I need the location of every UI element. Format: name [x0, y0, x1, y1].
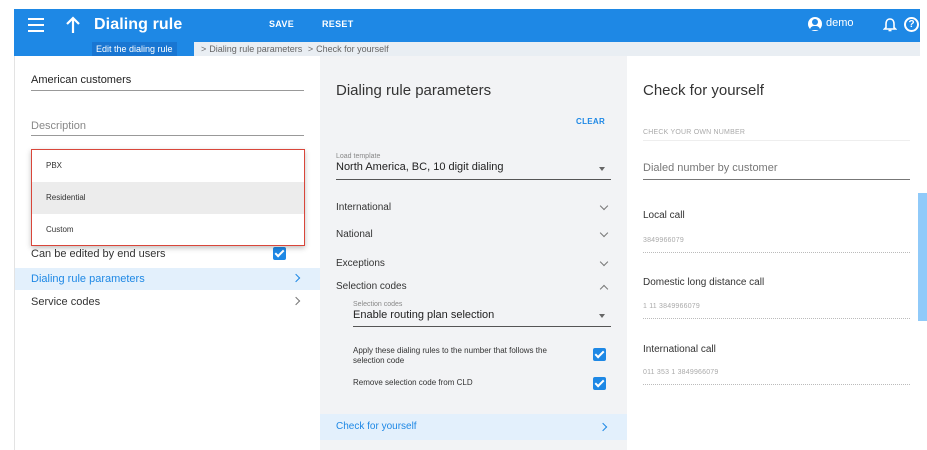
- bell-icon[interactable]: [883, 17, 897, 33]
- domestic-call-label: Domestic long distance call: [643, 277, 765, 288]
- left-panel: American customers Description PBX Resid…: [14, 56, 321, 450]
- breadcrumb-item-current[interactable]: Edit the dialing rule: [92, 42, 177, 56]
- side-panel-handle[interactable]: [918, 193, 927, 321]
- panel-title: Dialing rule parameters: [336, 82, 492, 99]
- editable-checkbox[interactable]: [273, 247, 286, 260]
- help-icon[interactable]: ?: [904, 17, 919, 32]
- name-value: American customers: [31, 74, 132, 86]
- check-for-yourself-label: Check for yourself: [336, 421, 417, 432]
- chevron-right-icon: [291, 273, 301, 283]
- dropdown-option-pbx[interactable]: PBX: [32, 150, 304, 182]
- sidebar-item-label: Dialing rule parameters: [31, 273, 145, 285]
- dropdown-caret-icon: [599, 167, 605, 171]
- access-dropdown-menu: PBX Residential Custom: [31, 149, 305, 246]
- domestic-call-value: 1 11 3849966079: [643, 303, 910, 319]
- selection-codes-value: Enable routing plan selection: [353, 309, 495, 321]
- sidebar-item-dialing-rule-parameters[interactable]: Dialing rule parameters: [15, 268, 321, 290]
- description-field[interactable]: Description: [31, 120, 304, 136]
- breadcrumb-item-params[interactable]: Dialing rule parameters: [209, 44, 302, 54]
- apply-rules-checkbox[interactable]: [593, 348, 606, 361]
- chevron-down-icon: [599, 257, 609, 267]
- breadcrumb-separator: >: [201, 44, 207, 54]
- sidebar-item-label: Service codes: [31, 296, 101, 308]
- remove-code-checkbox[interactable]: [593, 377, 606, 390]
- account-icon: [808, 17, 822, 31]
- check-own-number-field[interactable]: CHECK YOUR OWN NUMBER: [643, 121, 910, 141]
- editable-by-end-users-row: Can be edited by end users: [15, 243, 321, 265]
- panel-title: Check for yourself: [643, 82, 764, 99]
- user-name: demo: [826, 17, 854, 29]
- dropdown-caret-icon: [599, 314, 605, 318]
- save-button[interactable]: SAVE: [269, 19, 294, 29]
- section-label: Exceptions: [336, 258, 385, 269]
- breadcrumb: Edit the dialing rule > Dialing rule para…: [14, 42, 920, 56]
- section-national[interactable]: National: [336, 225, 611, 245]
- apply-rules-label: Apply these dialing rules to the number …: [353, 346, 547, 365]
- section-international[interactable]: International: [336, 198, 611, 218]
- breadcrumb-trail: > Dialing rule parameters > Check for your…: [194, 42, 920, 56]
- dialing-rule-parameters-panel: Dialing rule parameters CLEAR Load templ…: [320, 56, 627, 450]
- page-title: Dialing rule: [94, 16, 183, 33]
- dropdown-option-residential[interactable]: Residential: [32, 182, 304, 214]
- editable-label: Can be edited by end users: [31, 248, 166, 260]
- panel-footer: [320, 440, 627, 450]
- remove-code-label: Remove selection code from CLD: [353, 378, 473, 387]
- chevron-up-icon: [599, 284, 609, 294]
- section-label: National: [336, 229, 373, 240]
- load-template-select[interactable]: Load template North America, BC, 10 digi…: [336, 153, 611, 180]
- section-label: International: [336, 202, 392, 213]
- reset-button[interactable]: RESET: [322, 19, 354, 29]
- dropdown-option-custom[interactable]: Custom: [32, 214, 304, 246]
- breadcrumb-item-check[interactable]: Check for yourself: [316, 44, 389, 54]
- chevron-down-icon: [599, 201, 609, 211]
- sidebar-item-service-codes[interactable]: Service codes: [15, 291, 321, 313]
- breadcrumb-separator: >: [307, 44, 314, 54]
- arrow-up-icon[interactable]: [64, 15, 82, 35]
- chevron-right-icon: [291, 296, 301, 306]
- clear-button[interactable]: CLEAR: [576, 117, 605, 126]
- load-template-label: Load template: [336, 153, 381, 160]
- hamburger-menu-icon[interactable]: [28, 18, 44, 32]
- selection-codes-select[interactable]: Selection codes Enable routing plan sele…: [353, 301, 611, 327]
- local-call-value: 3849966079: [643, 237, 910, 253]
- app-header: Dialing rule SAVE RESET demo ?: [14, 9, 920, 42]
- international-call-label: International call: [643, 344, 716, 355]
- international-call-value: 011 353 1 3849966079: [643, 369, 910, 385]
- selection-codes-label: Selection codes: [353, 301, 403, 308]
- section-selection-codes[interactable]: Selection codes: [336, 277, 611, 297]
- load-template-value: North America, BC, 10 digit dialing: [336, 161, 504, 173]
- local-call-label: Local call: [643, 210, 685, 221]
- chevron-down-icon: [599, 228, 609, 238]
- description-placeholder: Description: [31, 120, 87, 132]
- check-for-yourself-panel: Check for yourself CHECK YOUR OWN NUMBER…: [627, 56, 920, 450]
- dialed-number-input[interactable]: Dialed number by customer: [643, 162, 910, 180]
- section-label: Selection codes: [336, 281, 407, 292]
- user-menu[interactable]: demo: [808, 16, 872, 34]
- chevron-right-icon: [598, 422, 608, 432]
- name-field[interactable]: American customers: [31, 74, 304, 91]
- check-for-yourself-link[interactable]: Check for yourself: [320, 414, 627, 440]
- section-exceptions[interactable]: Exceptions: [336, 254, 611, 274]
